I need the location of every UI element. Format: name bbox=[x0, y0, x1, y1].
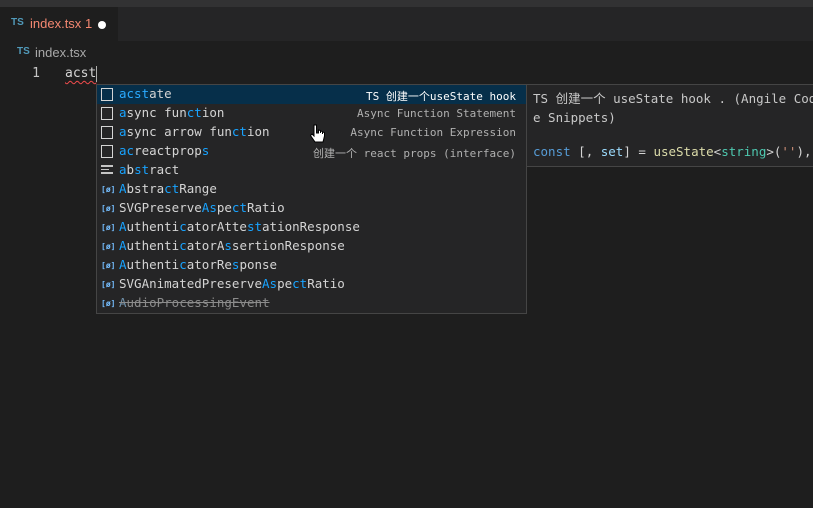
suggest-item-detail: Async Function Expression bbox=[350, 126, 516, 139]
title-bar bbox=[0, 0, 813, 7]
problem-count: 1 bbox=[84, 16, 93, 31]
variable-icon: [ø] bbox=[101, 204, 116, 213]
suggest-item[interactable]: [ø] SVGAnimatedPreserveAspectRatio bbox=[97, 275, 526, 294]
suggest-item-label: AuthenticatorAttestationResponse bbox=[119, 219, 360, 234]
variable-icon: [ø] bbox=[101, 223, 116, 232]
suggest-widget[interactable]: acstate TS 创建一个useState hook async functio… bbox=[96, 84, 527, 314]
suggest-item[interactable]: [ø] AbstractRange bbox=[97, 180, 526, 199]
details-description: TS 创建一个 useState hook . (Angile Code e S… bbox=[533, 91, 813, 125]
editor-line[interactable]: 1 acst bbox=[0, 64, 813, 83]
text-cursor bbox=[96, 66, 97, 82]
variable-icon: [ø] bbox=[101, 185, 116, 194]
variable-icon: [ø] bbox=[101, 242, 116, 251]
tab-index-tsx[interactable]: TS index.tsx 1 bbox=[0, 7, 118, 41]
suggest-item[interactable]: acstate TS 创建一个useState hook bbox=[97, 85, 526, 104]
typescript-file-icon: TS bbox=[11, 17, 24, 28]
snippet-icon bbox=[101, 126, 113, 139]
suggest-item[interactable]: abstract bbox=[97, 161, 526, 180]
keyword-icon bbox=[101, 165, 113, 178]
hand-pointer-icon bbox=[309, 124, 325, 143]
code-text[interactable]: acst bbox=[65, 66, 96, 81]
suggest-item-label: AuthenticatorAssertionResponse bbox=[119, 238, 345, 253]
suggest-item[interactable]: [ø] AuthenticatorResponse bbox=[97, 256, 526, 275]
snippet-icon bbox=[101, 88, 113, 101]
breadcrumb: TS index.tsx bbox=[0, 41, 813, 63]
suggest-item-label: AudioProcessingEvent bbox=[119, 295, 270, 310]
snippet-icon bbox=[101, 145, 113, 158]
variable-icon: [ø] bbox=[101, 299, 116, 308]
variable-icon: [ø] bbox=[101, 261, 116, 270]
suggest-item-label: SVGAnimatedPreserveAspectRatio bbox=[119, 276, 345, 291]
suggest-item-label: acstate bbox=[119, 86, 172, 101]
suggest-item-label: abstract bbox=[119, 162, 180, 177]
suggest-item[interactable]: [ø] SVGPreserveAspectRatio bbox=[97, 199, 526, 218]
unsaved-dot-icon[interactable] bbox=[98, 21, 106, 29]
suggest-details: TS 创建一个 useState hook . (Angile Code e S… bbox=[527, 84, 813, 167]
tab-bar: TS index.tsx 1 bbox=[0, 7, 813, 41]
suggest-item[interactable]: [ø] AuthenticatorAttestationResponse bbox=[97, 218, 526, 237]
variable-icon: [ø] bbox=[101, 280, 116, 289]
details-code: const [, set] = useState<string>(''), bbox=[533, 144, 812, 159]
tab-label: index.tsx 1 bbox=[30, 16, 93, 31]
suggest-item[interactable]: [ø] AudioProcessingEvent bbox=[97, 294, 526, 313]
typescript-file-icon: TS bbox=[17, 46, 30, 57]
suggest-item-label: AbstractRange bbox=[119, 181, 217, 196]
suggest-item-label: async arrow function bbox=[119, 124, 270, 139]
line-number: 1 bbox=[32, 66, 40, 81]
suggest-item-detail: Async Function Statement bbox=[357, 107, 516, 120]
suggest-item-label: acreactprops bbox=[119, 143, 210, 158]
suggest-item-detail: TS 创建一个useState hook bbox=[366, 90, 516, 103]
suggest-item-label: AuthenticatorResponse bbox=[119, 257, 278, 272]
suggest-item[interactable]: [ø] AuthenticatorAssertionResponse bbox=[97, 237, 526, 256]
breadcrumb-file[interactable]: index.tsx bbox=[35, 45, 86, 60]
suggest-item-detail: 创建一个 react props (interface) bbox=[313, 147, 516, 160]
suggest-item[interactable]: async function Async Function Statement bbox=[97, 104, 526, 123]
snippet-icon bbox=[101, 107, 113, 120]
suggest-item-label: async function bbox=[119, 105, 225, 120]
suggest-item-label: SVGPreserveAspectRatio bbox=[119, 200, 285, 215]
